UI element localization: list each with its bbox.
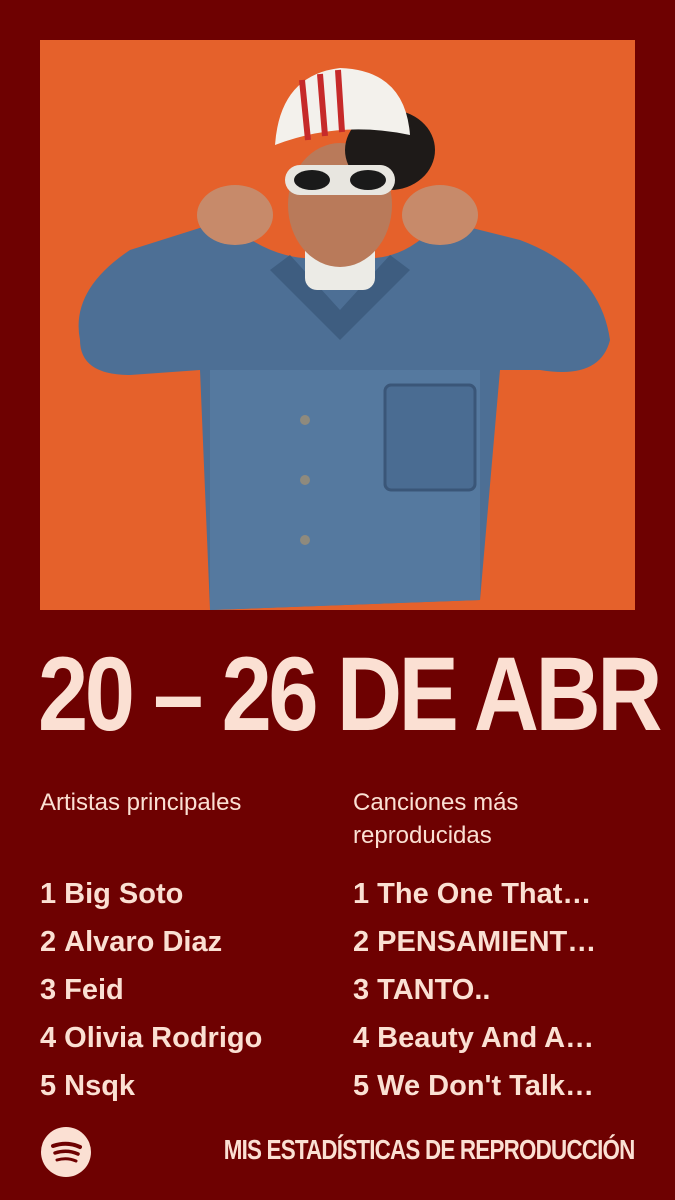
rank-number: 1 xyxy=(40,878,57,910)
rank-number: 4 xyxy=(40,1022,57,1054)
footer-label: MIS ESTADÍSTICAS DE REPRODUCCIÓN xyxy=(224,1134,636,1165)
list-item: 2 PENSAMIENT… xyxy=(353,918,643,966)
list-item: 3 TANTO.. xyxy=(353,966,643,1014)
rank-number: 3 xyxy=(40,974,57,1006)
top-artists-section: Artistas principales 1 Big Soto 2 Alvaro D… xyxy=(40,786,340,1110)
artist-photo xyxy=(40,40,635,610)
artist-name: Feid xyxy=(64,974,124,1006)
rank-number: 2 xyxy=(353,926,370,958)
song-name: We Don't Talk… xyxy=(377,1070,595,1102)
artist-name: Alvaro Diaz xyxy=(64,926,223,958)
rank-number: 5 xyxy=(353,1070,370,1102)
top-songs-list: 1 The One That… 2 PENSAMIENT… 3 TANTO.. 4 Be… xyxy=(353,870,643,1110)
top-artists-list: 1 Big Soto 2 Alvaro Diaz 3 Feid 4 Olivia Rod… xyxy=(40,870,340,1110)
rank-number: 5 xyxy=(40,1070,57,1102)
list-item: 4 Beauty And A… xyxy=(353,1014,643,1062)
list-item: 4 Olivia Rodrigo xyxy=(40,1014,340,1062)
rank-number: 4 xyxy=(353,1022,370,1054)
song-name: The One That… xyxy=(377,878,592,910)
top-artists-title: Artistas principales xyxy=(40,789,242,816)
song-name: PENSAMIENT… xyxy=(377,926,597,958)
rank-number: 2 xyxy=(40,926,57,958)
top-songs-section: Canciones más reproducidas 1 The One That… xyxy=(353,786,643,1110)
list-item: 1 Big Soto xyxy=(40,870,340,918)
rank-number: 3 xyxy=(353,974,370,1006)
list-item: 5 Nsqk xyxy=(40,1062,340,1110)
rank-number: 1 xyxy=(353,878,370,910)
date-range-title: 20 – 26 DE ABR xyxy=(38,636,662,753)
artist-name: Olivia Rodrigo xyxy=(64,1022,263,1054)
top-songs-title: Canciones más reproducidas xyxy=(353,789,519,849)
list-item: 5 We Don't Talk… xyxy=(353,1062,643,1110)
list-item: 2 Alvaro Diaz xyxy=(40,918,340,966)
song-name: Beauty And A… xyxy=(377,1022,595,1054)
spotify-logo-icon xyxy=(41,1127,91,1177)
list-item: 1 The One That… xyxy=(353,870,643,918)
artist-name: Nsqk xyxy=(64,1070,136,1102)
list-item: 3 Feid xyxy=(40,966,340,1014)
artist-name: Big Soto xyxy=(64,878,184,910)
song-name: TANTO.. xyxy=(377,974,491,1006)
